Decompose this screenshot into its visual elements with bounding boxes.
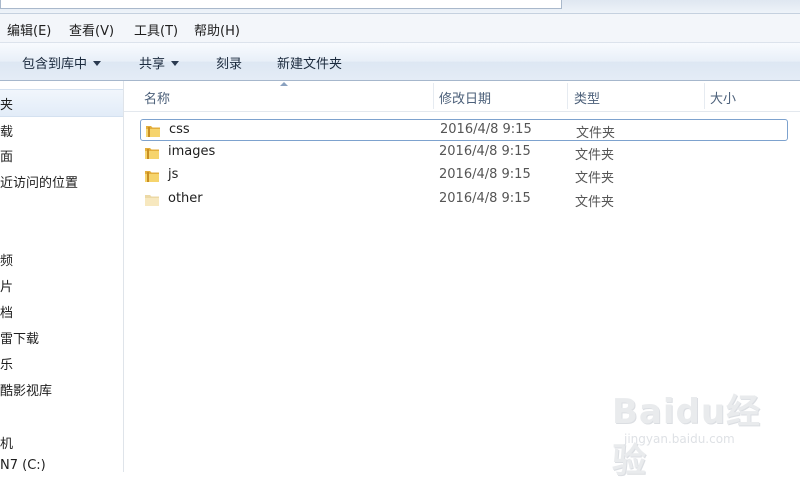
column-header-type[interactable]: 类型	[574, 88, 600, 107]
new-folder-button[interactable]: 新建文件夹	[277, 53, 342, 72]
nav-item-recent-places[interactable]: 近访问的位置	[0, 172, 78, 191]
file-modified: 2016/4/8 9:15	[439, 191, 531, 206]
folder-icon	[145, 148, 159, 159]
file-row-js[interactable]: js 2016/4/8 9:15 文件夹	[140, 165, 788, 187]
file-row-css[interactable]: css 2016/4/8 9:15 文件夹	[140, 119, 788, 141]
command-bar: 包含到库中 共享 刻录 新建文件夹	[0, 43, 800, 81]
share-button[interactable]: 共享	[139, 53, 180, 72]
column-header-size[interactable]: 大小	[710, 88, 736, 107]
menu-view[interactable]: 查看(V)	[69, 20, 114, 39]
nav-item-thunder-downloads[interactable]: 雷下载	[0, 328, 39, 347]
nav-item-drive-c[interactable]: N7 (C:)	[0, 458, 46, 472]
menu-tools[interactable]: 工具(T)	[134, 20, 178, 39]
menu-bar: 编辑(E) 查看(V) 工具(T) 帮助(H)	[0, 14, 800, 43]
chevron-down-icon	[171, 61, 180, 66]
column-header-name[interactable]: 名称	[144, 88, 170, 107]
nav-item-music[interactable]: 乐	[0, 354, 13, 373]
nav-item-documents[interactable]: 档	[0, 302, 13, 321]
nav-item-video-library[interactable]: 酷影视库	[0, 380, 52, 399]
sort-ascending-icon	[280, 82, 288, 86]
column-header-modified[interactable]: 修改日期	[439, 88, 491, 107]
nav-item-desktop[interactable]: 面	[0, 146, 13, 165]
nav-item-videos[interactable]: 频	[0, 250, 13, 269]
burn-button[interactable]: 刻录	[216, 53, 242, 72]
file-row-images[interactable]: images 2016/4/8 9:15 文件夹	[140, 142, 788, 164]
file-modified: 2016/4/8 9:15	[440, 122, 532, 137]
share-label: 共享	[139, 57, 166, 72]
file-name: images	[168, 144, 216, 159]
folder-icon	[146, 126, 160, 137]
include-in-library-button[interactable]: 包含到库中	[22, 53, 102, 72]
file-list[interactable]: 名称 修改日期 类型 大小 css 2016/4/8 9:15 文件夹 imag…	[124, 81, 800, 472]
file-type: 文件夹	[576, 126, 616, 141]
folder-empty-icon	[145, 195, 159, 206]
file-modified: 2016/4/8 9:15	[439, 167, 531, 182]
column-divider[interactable]	[433, 83, 434, 109]
chevron-down-icon	[93, 61, 102, 66]
nav-item-pictures[interactable]: 片	[0, 276, 13, 295]
navigation-pane[interactable]: 夹 载 面 近访问的位置 频 片 档 雷下载 乐 酷影视库 机 N7 (C:)	[0, 81, 124, 472]
column-divider[interactable]	[567, 83, 568, 109]
nav-item-computer[interactable]: 机	[0, 433, 13, 452]
file-row-other[interactable]: other 2016/4/8 9:15 文件夹	[140, 189, 788, 211]
menu-edit[interactable]: 编辑(E)	[7, 20, 51, 39]
column-header-row: 名称 修改日期 类型 大小	[124, 81, 800, 112]
menu-help[interactable]: 帮助(H)	[194, 20, 240, 39]
include-in-library-label: 包含到库中	[22, 57, 88, 72]
nav-item-favorites[interactable]: 夹	[0, 94, 13, 113]
column-divider[interactable]	[704, 83, 705, 109]
file-name: js	[168, 167, 179, 182]
file-modified: 2016/4/8 9:15	[439, 144, 531, 159]
file-type: 文件夹	[575, 148, 615, 163]
file-name: other	[168, 191, 203, 206]
file-type: 文件夹	[575, 195, 615, 210]
file-name: css	[169, 122, 190, 137]
address-bar[interactable]	[0, 0, 562, 9]
nav-selection-highlight	[0, 89, 123, 117]
address-bar-strip	[0, 0, 800, 14]
file-type: 文件夹	[575, 171, 615, 186]
folder-icon	[145, 171, 159, 182]
nav-item-downloads[interactable]: 载	[0, 121, 13, 140]
